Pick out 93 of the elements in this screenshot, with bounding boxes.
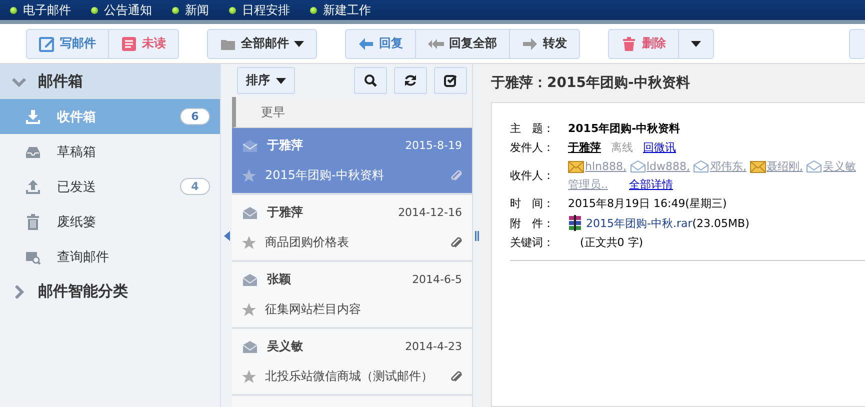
upload-icon xyxy=(25,178,41,194)
subject-text: 2015年团购-中秋资料 xyxy=(568,121,682,136)
status-text: 离线 xyxy=(611,140,633,155)
attachment-link[interactable]: 2015年团购-中秋.rar xyxy=(586,216,692,230)
folder-item[interactable]: 已发送 4 xyxy=(0,169,220,204)
section-title: 邮件智能分类 xyxy=(38,282,128,301)
download-icon xyxy=(25,108,41,124)
message-subject: 商品团购价格表 xyxy=(265,234,350,251)
star-icon xyxy=(242,370,256,384)
paperclip-icon xyxy=(450,170,462,182)
message-date: 2014-12-16 xyxy=(398,206,462,219)
open-envelope-icon xyxy=(630,160,646,173)
toolbar-button[interactable]: 全部邮件 xyxy=(208,30,316,58)
chevron-right-icon xyxy=(12,284,26,298)
field-label: 时 间： xyxy=(510,196,555,211)
search-button[interactable] xyxy=(354,67,387,94)
envelope-icon xyxy=(242,138,258,152)
right-arrow-icon xyxy=(522,36,538,52)
folder-item[interactable]: 收件箱 6 xyxy=(0,99,220,134)
star-icon xyxy=(242,236,256,250)
field-label: 发件人： xyxy=(510,140,555,155)
folder-label: 草稿箱 xyxy=(57,144,97,160)
caret-icon xyxy=(294,40,304,46)
toolbar-button[interactable]: 回复 xyxy=(346,30,415,58)
folder-label: 收件箱 xyxy=(57,108,97,126)
open-envelope-icon xyxy=(806,160,822,173)
open-envelope-icon xyxy=(693,160,710,173)
envelope-icon xyxy=(242,340,258,354)
envelope-icon xyxy=(242,206,258,220)
nav-link[interactable]: 电子邮件 xyxy=(10,2,71,18)
nav-link[interactable]: 日程安排 xyxy=(229,2,290,18)
toolbar-button[interactable]: 回复全部 xyxy=(415,30,509,58)
sender-name: 张颖 xyxy=(267,271,292,288)
sort-button[interactable]: 排序 xyxy=(237,67,295,94)
paperclip-icon xyxy=(450,370,462,382)
section-header[interactable]: 邮件智能分类 xyxy=(0,274,220,309)
toolbar-button[interactable]: 转发 xyxy=(509,30,579,58)
trash-icon xyxy=(25,214,41,230)
message-date: 2015-8-19 xyxy=(405,139,462,152)
paperclip-icon xyxy=(450,236,462,248)
search-icon xyxy=(364,74,377,87)
select-button[interactable] xyxy=(434,67,467,94)
nav-link[interactable]: 公告通知 xyxy=(91,2,152,18)
sender-name: 吴义敏 xyxy=(267,338,304,355)
time-text: 2015年8月19日 16:49(星期三) xyxy=(568,196,728,211)
nav-link[interactable]: 新建工作 xyxy=(310,2,371,18)
edit-icon xyxy=(39,36,55,52)
document-icon xyxy=(121,36,137,52)
group-header: 更早 xyxy=(232,97,472,128)
field-label: 收件人： xyxy=(510,168,555,183)
section-header[interactable]: 邮件箱 xyxy=(0,64,220,99)
refresh-icon xyxy=(404,74,417,87)
field-label: 关键词： xyxy=(510,235,555,250)
left-arrow-icon xyxy=(358,36,374,52)
folder-item[interactable]: 草稿箱 xyxy=(0,134,220,169)
checkbox-icon xyxy=(444,74,457,87)
folder-item[interactable]: 废纸篓 xyxy=(0,204,220,239)
details-link[interactable]: 全部详情 xyxy=(629,177,673,192)
nav-link[interactable]: 新闻 xyxy=(172,2,209,18)
field-label: 主 题： xyxy=(510,121,555,136)
folder-item[interactable]: 查询邮件 xyxy=(0,239,220,274)
caret-icon xyxy=(276,78,286,84)
count-badge: 4 xyxy=(180,178,210,195)
star-icon xyxy=(242,302,256,316)
star-icon xyxy=(242,168,256,182)
word-count: (正文共0 字) xyxy=(579,235,644,250)
trash-icon xyxy=(621,36,637,52)
file-size: (23.05MB) xyxy=(692,216,750,230)
envelope-icon xyxy=(242,272,258,286)
folder-label: 已发送 xyxy=(57,178,97,196)
refresh-button[interactable] xyxy=(394,67,427,94)
message-subject: 2015年团购-中秋资料 xyxy=(265,167,385,184)
toolbar-button[interactable]: 写邮件 xyxy=(27,30,108,58)
section-title: 邮件箱 xyxy=(38,72,83,91)
count-badge: 6 xyxy=(180,108,210,125)
folder-label: 查询邮件 xyxy=(57,248,110,266)
sender-name: 于雅萍 xyxy=(267,204,304,221)
folder-label: 废纸篓 xyxy=(57,214,97,230)
message-date: 2014-6-5 xyxy=(412,273,462,286)
message-subject: 北投乐站微信商城（测试邮件） xyxy=(265,368,434,385)
message-date: 2014-4-23 xyxy=(405,340,462,353)
sender-name: 于雅萍 xyxy=(568,140,601,155)
drag-handle-icon[interactable] xyxy=(474,230,478,240)
message-title: 于雅萍：2015年团购-中秋资料 xyxy=(491,74,691,93)
archive-icon xyxy=(568,215,582,231)
envelope-icon xyxy=(750,160,766,172)
sender-name: 于雅萍 xyxy=(267,137,304,154)
message-subject: 征集网站栏目内容 xyxy=(265,301,362,318)
envelope-icon xyxy=(568,160,584,172)
field-label: 附 件： xyxy=(510,216,555,230)
caret-icon xyxy=(691,40,701,46)
reply-link[interactable]: 回微讯 xyxy=(643,140,676,155)
collapse-arrow-icon[interactable] xyxy=(224,230,230,240)
